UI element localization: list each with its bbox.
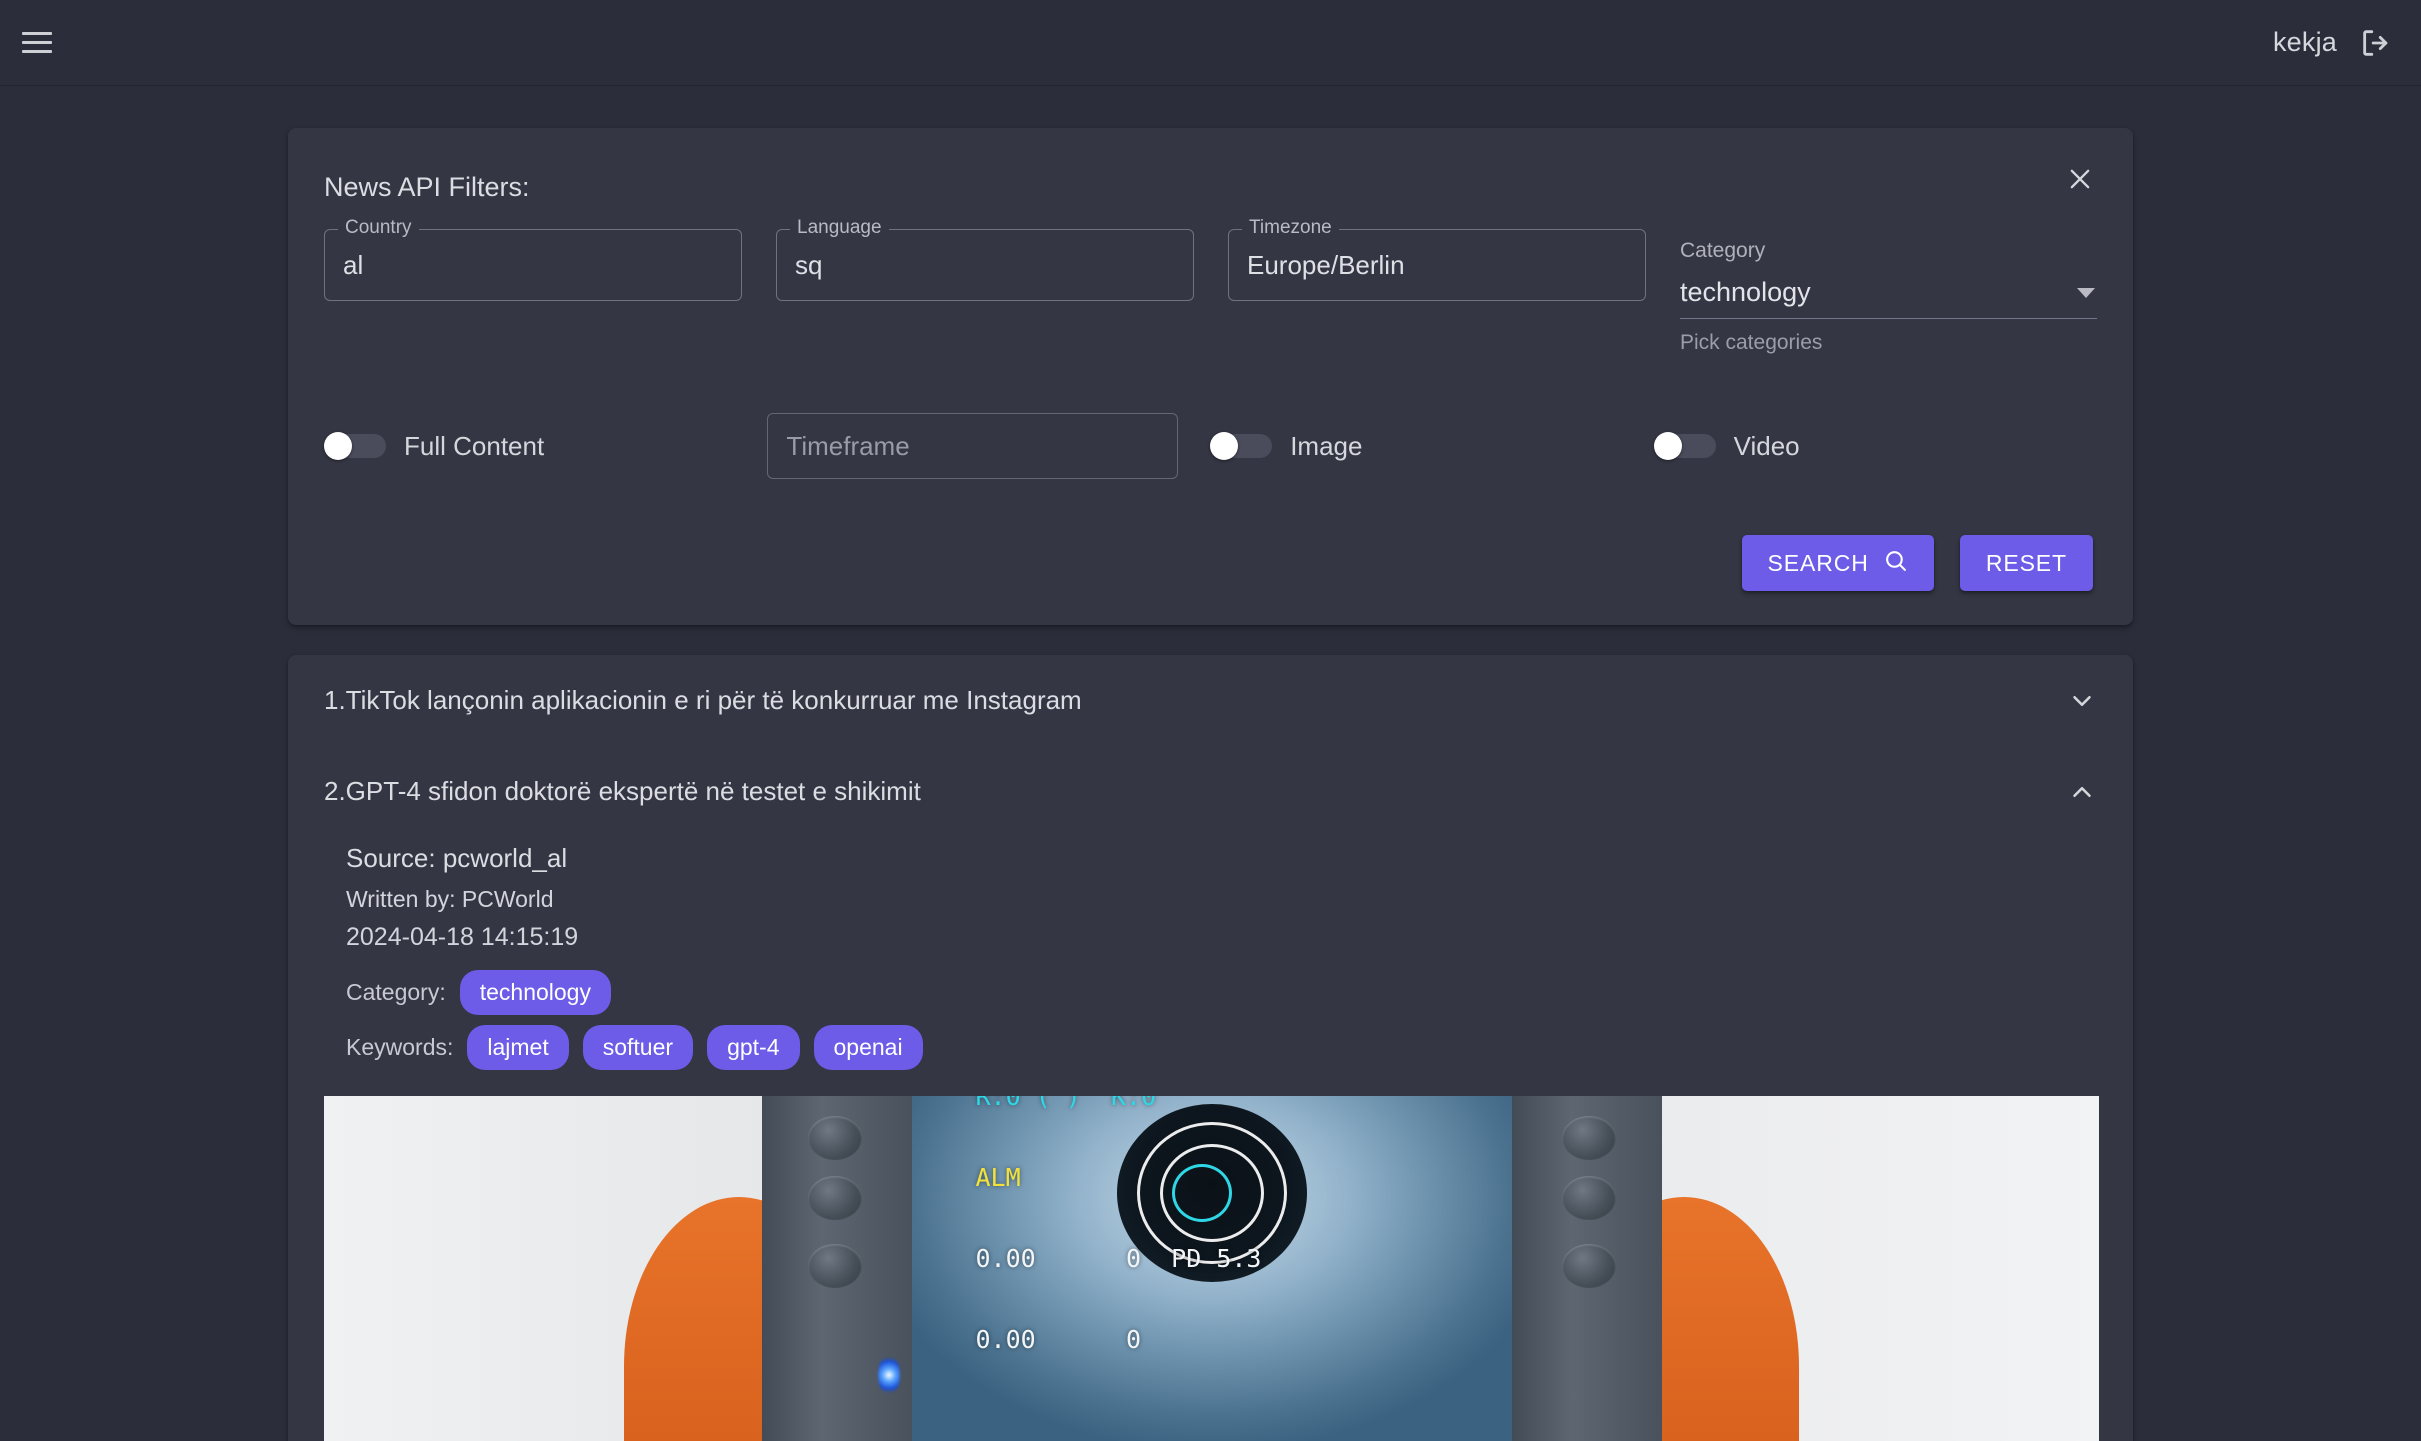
toggle-knob <box>1654 432 1682 460</box>
page-content: News API Filters: Country al Language sq <box>0 86 2421 1441</box>
osd-line-3: 0.00 0 PD 5.3 <box>976 1245 1262 1272</box>
language-label: Language <box>790 217 889 239</box>
device-button <box>808 1116 862 1160</box>
timezone-value: Europe/Berlin <box>1247 250 1405 281</box>
hamburger-bar <box>22 41 52 44</box>
reset-button-label: RESET <box>1986 550 2067 577</box>
category-chip[interactable]: technology <box>460 970 611 1015</box>
chevron-down-icon[interactable] <box>2077 288 2095 298</box>
accordion-title: 1.TikTok lançonin aplikacionin e ri për … <box>324 685 1082 716</box>
accordion-header-1[interactable]: 1.TikTok lançonin aplikacionin e ri për … <box>288 655 2133 746</box>
timeframe-input[interactable]: Timeframe <box>767 413 1178 479</box>
country-field[interactable]: Country al <box>324 229 742 301</box>
keywords-row-label: Keywords: <box>346 1034 453 1061</box>
search-button-label: SEARCH <box>1768 550 1869 577</box>
video-toggle[interactable] <box>1654 434 1716 458</box>
eye-scanner-device: R:0 ( ) K:0 ALM 0.00 0 PD 5.3 0.00 0 <box>762 1096 1662 1441</box>
keyword-chip[interactable]: openai <box>814 1025 923 1070</box>
hamburger-menu-icon[interactable] <box>22 26 56 60</box>
video-group: Video <box>1654 431 2097 462</box>
language-value: sq <box>795 250 822 281</box>
news-results-panel: 1.TikTok lançonin aplikacionin e ri për … <box>288 655 2133 1441</box>
search-button[interactable]: SEARCH <box>1742 535 1934 591</box>
osd-line-2: ALM <box>976 1164 1262 1191</box>
reset-button[interactable]: RESET <box>1960 535 2093 591</box>
close-icon[interactable] <box>2057 156 2103 202</box>
top-app-bar: kekja <box>0 0 2421 86</box>
topbar-right-group: kekja <box>2273 26 2393 60</box>
video-label: Video <box>1734 431 1800 462</box>
news-api-filters-panel: News API Filters: Country al Language sq <box>288 128 2133 625</box>
image-toggle[interactable] <box>1210 434 1272 458</box>
full-content-label: Full Content <box>404 431 544 462</box>
category-value: technology <box>1680 277 1811 308</box>
category-select-field[interactable]: Category technology Pick categories <box>1680 229 2097 355</box>
image-label: Image <box>1290 431 1362 462</box>
full-content-toggle[interactable] <box>324 434 386 458</box>
search-icon <box>1883 548 1908 579</box>
device-button <box>808 1244 862 1288</box>
country-input[interactable]: al <box>324 229 742 301</box>
device-led-indicator <box>878 1355 900 1395</box>
timezone-label: Timezone <box>1242 217 1339 239</box>
accordion-title: 2.GPT-4 sfidon doktorë ekspertë në teste… <box>324 776 921 807</box>
keyword-chip[interactable]: softuer <box>583 1025 693 1070</box>
article-keywords-row: Keywords: lajmet softuer gpt-4 openai <box>346 1025 2097 1070</box>
country-label: Country <box>338 217 419 239</box>
category-row-label: Category: <box>346 979 446 1006</box>
device-bezel-right <box>1512 1096 1662 1441</box>
toggle-knob <box>324 432 352 460</box>
chevron-down-icon[interactable] <box>2067 686 2097 716</box>
article-source: Source: pcworld_al <box>346 843 2097 874</box>
toggle-knob <box>1210 432 1238 460</box>
logout-icon[interactable] <box>2359 26 2393 60</box>
device-button <box>1562 1244 1616 1288</box>
osd-line-4: 0.00 0 <box>976 1326 1262 1353</box>
timezone-input[interactable]: Europe/Berlin <box>1228 229 1646 301</box>
accordion-body-2: Source: pcworld_al Written by: PCWorld 2… <box>288 837 2133 1441</box>
keyword-chip[interactable]: lajmet <box>467 1025 568 1070</box>
hamburger-bar <box>22 50 52 53</box>
osd-line-1: R:0 ( ) K:0 <box>976 1096 1262 1110</box>
category-helper-text: Pick categories <box>1680 331 2097 355</box>
language-field[interactable]: Language sq <box>776 229 1194 301</box>
article-author: Written by: PCWorld <box>346 886 2097 913</box>
article-image: R:0 ( ) K:0 ALM 0.00 0 PD 5.3 0.00 0 <box>324 1096 2099 1441</box>
accordion-header-2[interactable]: 2.GPT-4 sfidon doktorë ekspertë në teste… <box>288 746 2133 837</box>
device-button <box>1562 1176 1616 1220</box>
device-screen: R:0 ( ) K:0 ALM 0.00 0 PD 5.3 0.00 0 <box>912 1096 1512 1441</box>
keyword-chip[interactable]: gpt-4 <box>707 1025 799 1070</box>
hamburger-bar <box>22 32 52 35</box>
filter-fields-row: Country al Language sq Timezone Europe/B… <box>324 229 2097 355</box>
full-content-group: Full Content <box>324 431 767 462</box>
language-input[interactable]: sq <box>776 229 1194 301</box>
device-button <box>1562 1116 1616 1160</box>
article-meta: Source: pcworld_al Written by: PCWorld 2… <box>324 843 2097 1070</box>
country-value: al <box>343 250 363 281</box>
category-select[interactable]: technology <box>1680 277 2097 319</box>
timezone-field[interactable]: Timezone Europe/Berlin <box>1228 229 1646 301</box>
chevron-up-icon[interactable] <box>2067 777 2097 807</box>
article-date: 2024-04-18 14:15:19 <box>346 923 2097 952</box>
toggles-row: Full Content Timeframe Image <box>324 413 2097 479</box>
device-button <box>808 1176 862 1220</box>
article-category-row: Category: technology <box>346 970 2097 1015</box>
timeframe-placeholder: Timeframe <box>786 431 909 462</box>
username-label: kekja <box>2273 27 2337 58</box>
image-group: Image <box>1210 431 1653 462</box>
filter-actions: SEARCH RESET <box>324 535 2097 591</box>
category-label: Category <box>1680 239 2097 263</box>
filters-title: News API Filters: <box>324 156 2097 209</box>
screen-osd-readout: R:0 ( ) K:0 ALM 0.00 0 PD 5.3 0.00 0 <box>976 1096 1262 1407</box>
